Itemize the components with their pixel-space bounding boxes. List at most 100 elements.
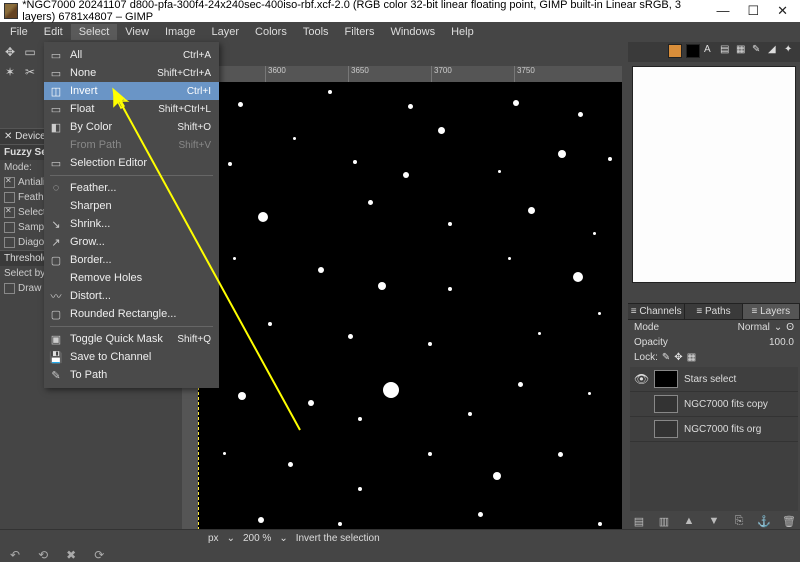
tool-fuzzy-icon[interactable]: ✶ — [1, 63, 19, 81]
star — [558, 150, 566, 158]
menu-filters[interactable]: Filters — [337, 24, 383, 40]
tool-measure-icon[interactable]: ✦ — [784, 44, 796, 56]
menuitem-border-[interactable]: ▢Border... — [44, 251, 219, 269]
star — [258, 517, 264, 523]
menuitem-icon: ▭ — [48, 102, 64, 116]
menu-help[interactable]: Help — [443, 24, 482, 40]
reset-icon[interactable]: ⟳ — [94, 548, 104, 562]
undo-history-icon[interactable]: ↶ — [10, 548, 20, 562]
navigation-preview[interactable] — [632, 66, 796, 283]
layer-row[interactable]: NGC7000 fits copy — [630, 392, 798, 417]
lock-label: Lock: — [634, 352, 658, 363]
menuitem-icon: ↗ — [48, 235, 64, 249]
menuitem-shrink-[interactable]: ↘Shrink... — [44, 215, 219, 233]
tool-select-icon[interactable]: ▭ — [21, 43, 39, 61]
menu-windows[interactable]: Windows — [382, 24, 443, 40]
blend-mode-value[interactable]: Normal — [738, 322, 770, 333]
menu-image[interactable]: Image — [157, 24, 204, 40]
mode-switch-icon[interactable]: ʘ — [786, 322, 794, 333]
undo-icon[interactable]: ⟲ — [38, 548, 48, 562]
menu-file[interactable]: File — [2, 24, 36, 40]
tab-layers[interactable]: ≡ Layers — [743, 304, 800, 319]
star — [268, 322, 272, 326]
tool-crop-icon[interactable]: ✂ — [21, 63, 39, 81]
star — [358, 487, 362, 491]
tool-paint-icon[interactable]: ▤ — [720, 44, 732, 56]
layer-delete-icon[interactable]: 🗑 — [782, 515, 796, 528]
menuitem-by-color[interactable]: ◧By ColorShift+O — [44, 118, 219, 136]
menuitem-grow-[interactable]: ↗Grow... — [44, 233, 219, 251]
menuitem-remove-holes[interactable]: Remove Holes — [44, 269, 219, 287]
tool-gradient-icon[interactable]: ▦ — [736, 44, 748, 56]
star — [598, 312, 601, 315]
menu-select[interactable]: Select — [71, 24, 118, 40]
lock-pixels-icon[interactable]: ✎ — [662, 352, 670, 363]
menubar: FileEditSelectViewImageLayerColorsToolsF… — [0, 22, 800, 42]
gimp-icon — [4, 3, 18, 19]
layers-list: 👁 Stars select NGC7000 fits copyNGC7000 fi… — [630, 367, 798, 511]
layer-thumb — [654, 420, 678, 438]
menuitem-all[interactable]: ▭AllCtrl+A — [44, 46, 219, 64]
chevron-down-icon[interactable]: ⌄ — [227, 533, 235, 544]
menuitem-icon — [48, 271, 64, 285]
tool-text-icon[interactable]: A — [704, 44, 716, 56]
star — [608, 157, 612, 161]
menu-edit[interactable]: Edit — [36, 24, 71, 40]
star — [238, 392, 246, 400]
lock-position-icon[interactable]: ✥ — [674, 352, 682, 363]
tab-paths[interactable]: ≡ Paths — [685, 304, 742, 319]
layer-group-icon[interactable]: ▥ — [657, 515, 671, 528]
visibility-icon[interactable]: 👁 — [634, 372, 648, 386]
status-bar: px ⌄ 200 % ⌄ Invert the selection — [0, 529, 800, 546]
select-menu-dropdown: ▭AllCtrl+A▭NoneShift+Ctrl+A◫InvertCtrl+I… — [44, 42, 219, 388]
delete-icon[interactable]: ✖ — [66, 548, 76, 562]
layer-down-icon[interactable]: ▼ — [707, 515, 721, 528]
layer-new-icon[interactable]: ▤ — [632, 515, 646, 528]
image-canvas[interactable] — [198, 82, 622, 530]
tool-brush-icon[interactable]: ✎ — [752, 44, 764, 56]
menuitem-rounded-rectangle-[interactable]: ▢Rounded Rectangle... — [44, 305, 219, 323]
menuitem-icon: 〰 — [48, 289, 64, 303]
layer-anchor-icon[interactable]: ⚓ — [757, 515, 771, 528]
zoom-value[interactable]: 200 % — [243, 533, 271, 544]
opacity-value[interactable]: 100.0 — [769, 337, 794, 348]
unit-selector[interactable]: px — [208, 533, 219, 544]
lock-alpha-icon[interactable]: ▦ — [687, 352, 696, 363]
star — [338, 522, 342, 526]
menuitem-save-to-channel[interactable]: 💾Save to Channel — [44, 348, 219, 366]
menuitem-distort-[interactable]: 〰Distort... — [44, 287, 219, 305]
menuitem-float[interactable]: ▭FloatShift+Ctrl+L — [44, 100, 219, 118]
star — [293, 137, 296, 140]
layer-name: Stars select — [684, 374, 736, 385]
menu-layer[interactable]: Layer — [204, 24, 248, 40]
star — [493, 472, 501, 480]
menuitem-sharpen[interactable]: Sharpen — [44, 197, 219, 215]
bg-color-swatch[interactable] — [686, 44, 700, 58]
star — [408, 104, 413, 109]
star — [468, 412, 472, 416]
menuitem-invert[interactable]: ◫InvertCtrl+I — [44, 82, 219, 100]
menuitem-to-path[interactable]: ✎To Path — [44, 366, 219, 384]
minimize-button[interactable]: — — [716, 3, 729, 19]
right-dock: A ▤ ▦ ✎ ◢ ✦ ≡ Channels≡ Paths≡ Layers Mo… — [628, 42, 800, 530]
chevron-down-icon[interactable]: ⌄ — [774, 322, 782, 333]
tool-move-icon[interactable]: ✥ — [1, 43, 19, 61]
menu-colors[interactable]: Colors — [247, 24, 295, 40]
menuitem-none[interactable]: ▭NoneShift+Ctrl+A — [44, 64, 219, 82]
chevron-down-icon[interactable]: ⌄ — [279, 533, 287, 544]
menuitem-toggle-quick-mask[interactable]: ▣Toggle Quick MaskShift+Q — [44, 330, 219, 348]
menu-tools[interactable]: Tools — [295, 24, 337, 40]
close-button[interactable]: ✕ — [777, 3, 788, 19]
layer-up-icon[interactable]: ▲ — [682, 515, 696, 528]
fg-color-swatch[interactable] — [668, 44, 682, 58]
layer-row[interactable]: 👁 Stars select — [630, 367, 798, 392]
menuitem-selection-editor[interactable]: ▭Selection Editor — [44, 154, 219, 172]
layer-row[interactable]: NGC7000 fits org — [630, 417, 798, 442]
menu-view[interactable]: View — [117, 24, 157, 40]
tab-channels[interactable]: ≡ Channels — [628, 304, 685, 319]
tool-eraser-icon[interactable]: ◢ — [768, 44, 780, 56]
menuitem-feather-[interactable]: ◌Feather... — [44, 179, 219, 197]
star — [428, 342, 432, 346]
maximize-button[interactable]: ☐ — [747, 3, 759, 19]
layer-dup-icon[interactable]: ⎘ — [732, 515, 746, 528]
